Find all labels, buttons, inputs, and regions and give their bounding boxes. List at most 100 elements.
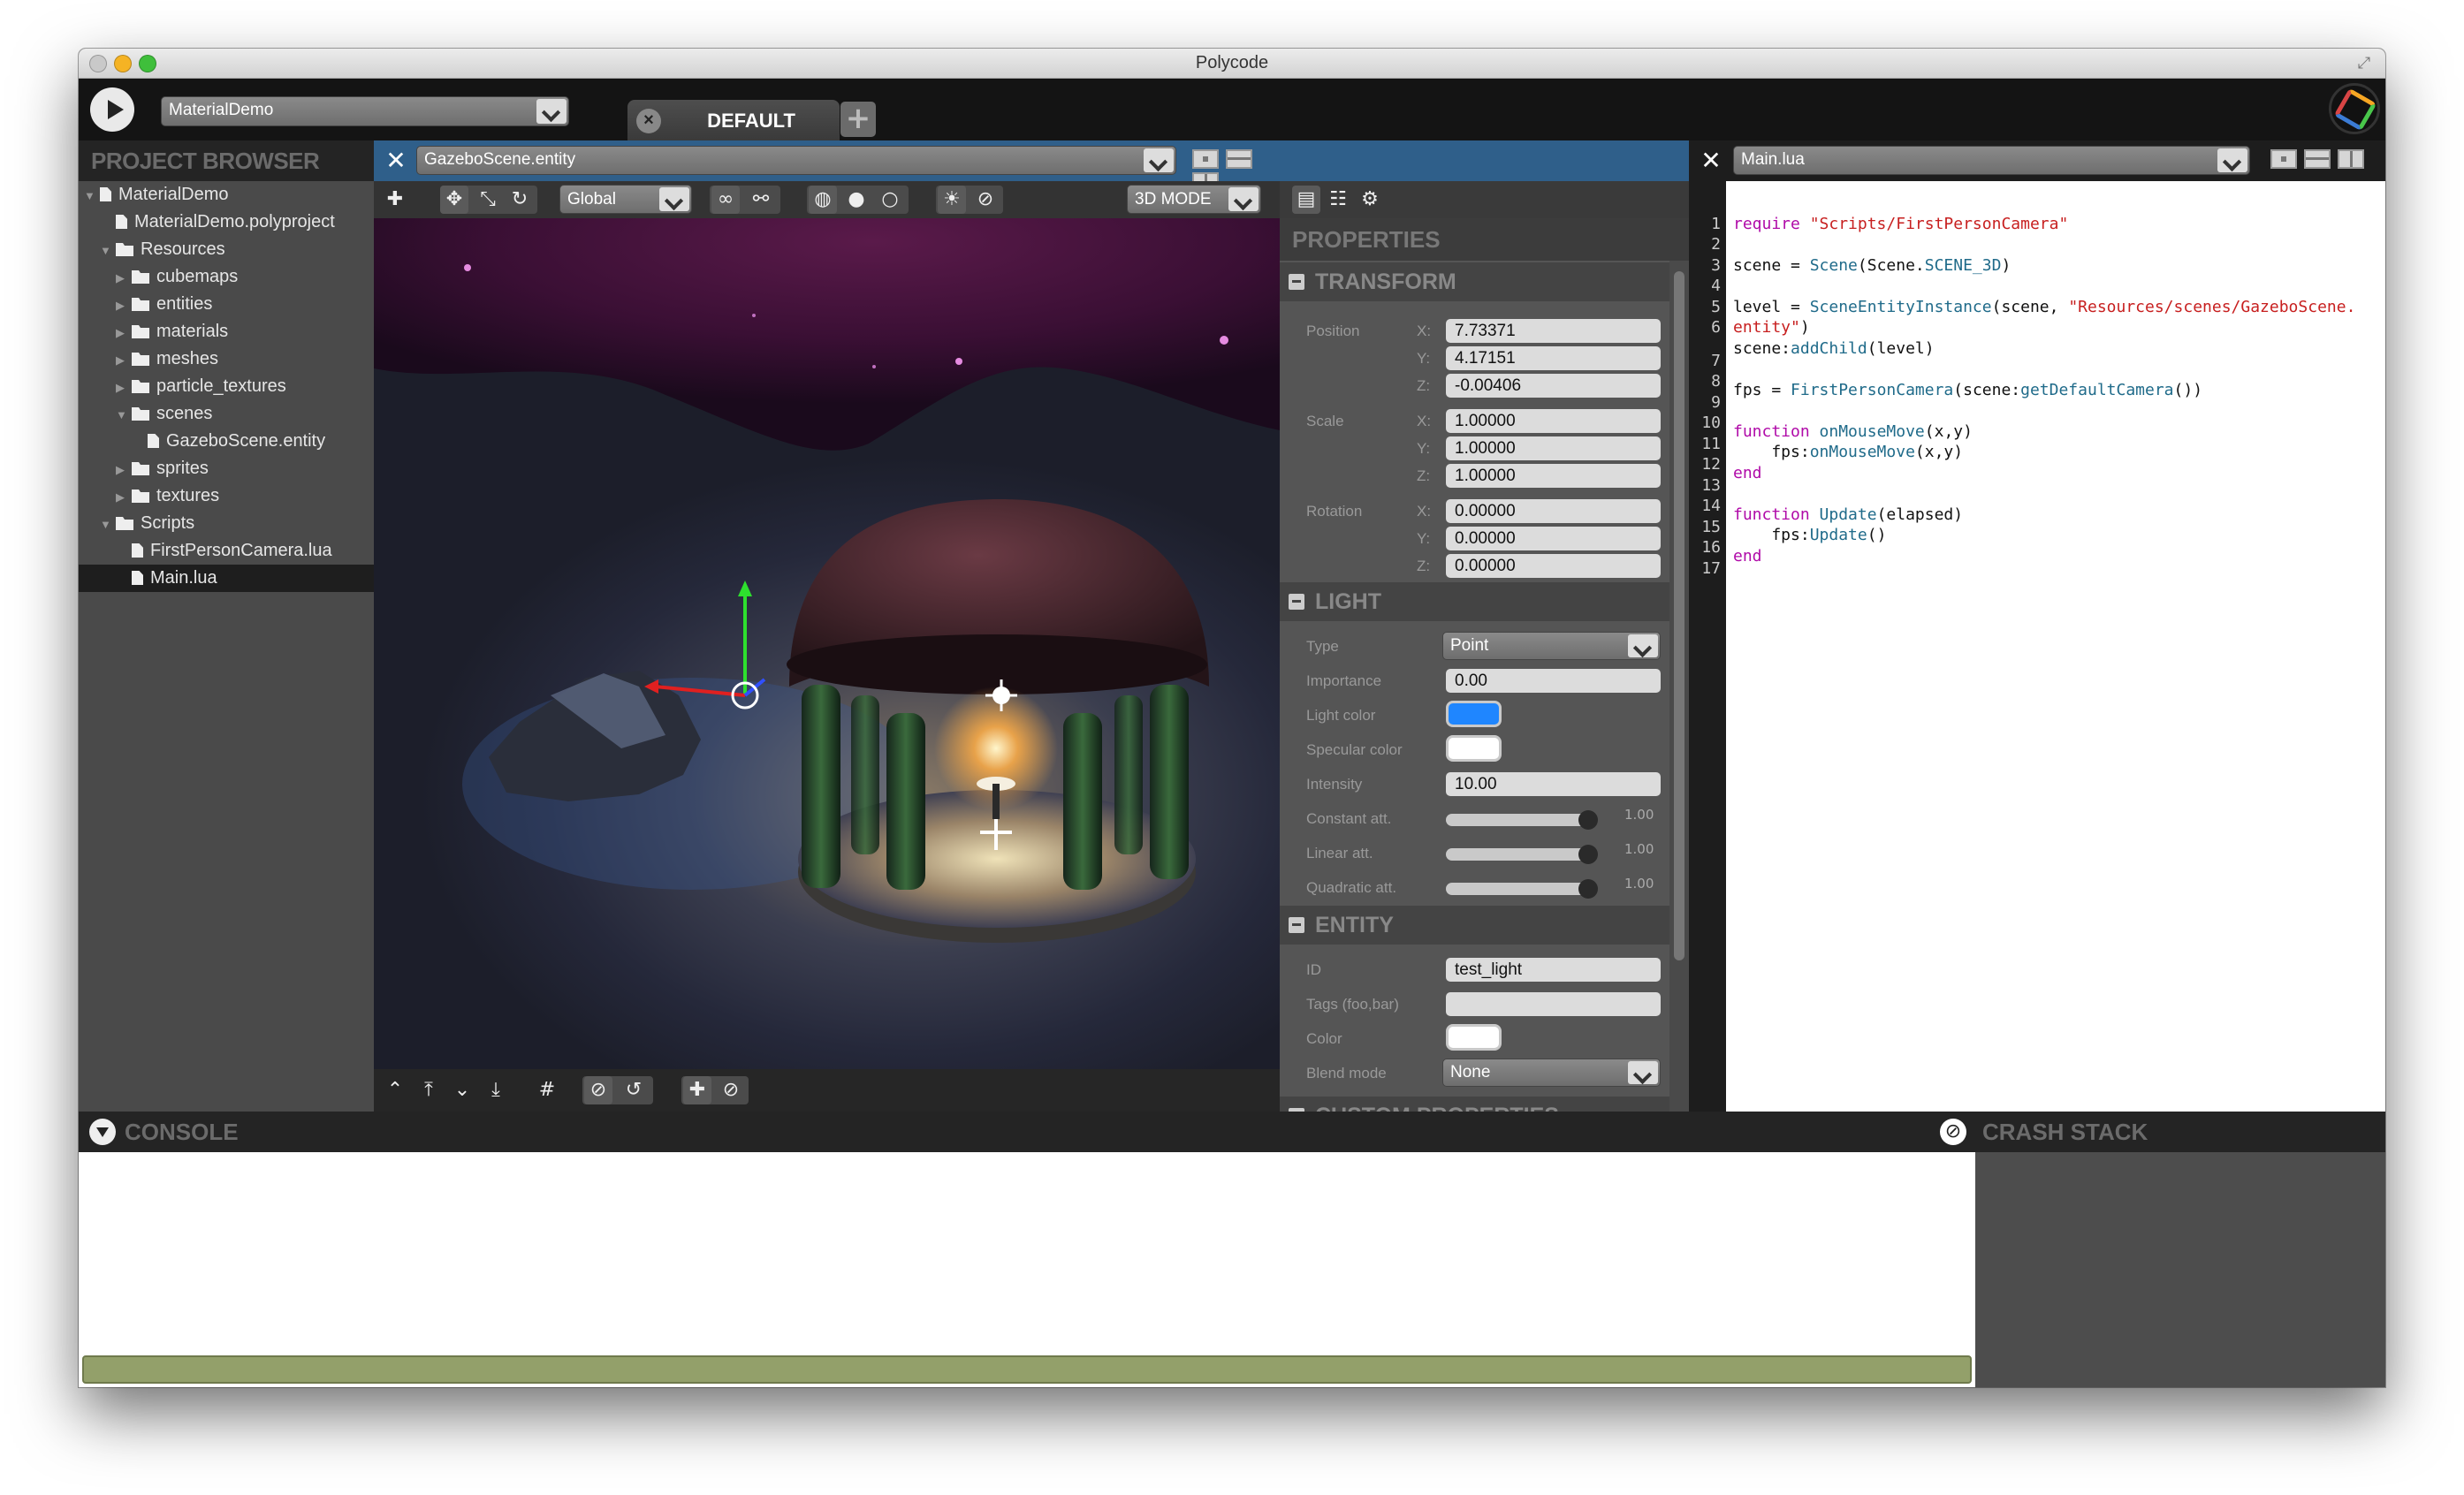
wireframe-shading-icon[interactable]: ◍: [809, 186, 837, 214]
collapsed-arrow-icon[interactable]: ▶: [116, 456, 132, 483]
outline-shading-icon[interactable]: ○: [876, 186, 904, 214]
scroll-thumb[interactable]: [1674, 271, 1684, 960]
properties-view-icon[interactable]: ▤: [1292, 186, 1320, 214]
position-x-field[interactable]: 7.73371: [1446, 319, 1661, 343]
scale-x-field[interactable]: 1.00000: [1446, 409, 1661, 433]
tab-close-icon[interactable]: ×: [636, 109, 661, 133]
solid-shading-icon[interactable]: ●: [842, 186, 871, 214]
expanded-arrow-icon[interactable]: ▼: [100, 237, 116, 264]
tree-item[interactable]: ▼ Scripts: [79, 510, 374, 537]
tree-item[interactable]: MaterialDemo.polyproject: [79, 209, 374, 236]
clear-console-icon[interactable]: ⊘: [1940, 1119, 1966, 1145]
scale-z-field[interactable]: 1.00000: [1446, 464, 1661, 488]
show-gizmo-icon[interactable]: ✚: [683, 1076, 711, 1104]
tree-item[interactable]: ▶ entities: [79, 291, 374, 318]
console-input[interactable]: [82, 1355, 1972, 1384]
tree-item[interactable]: ▶ meshes: [79, 345, 374, 373]
close-editor-icon[interactable]: ✕: [1698, 148, 1724, 174]
entity-section-header[interactable]: ENTITY: [1280, 906, 1669, 945]
fullscreen-icon[interactable]: ⤢: [2355, 55, 2373, 72]
light-color-swatch[interactable]: [1446, 701, 1502, 727]
gear-icon[interactable]: ⚙: [1356, 186, 1384, 214]
light-type-dropdown[interactable]: Point: [1442, 632, 1661, 660]
collapse-icon[interactable]: [1289, 917, 1304, 933]
tree-item[interactable]: FirstPersonCamera.lua: [79, 537, 374, 565]
position-y-field[interactable]: 4.17151: [1446, 346, 1661, 370]
vertical-split-icon[interactable]: [2338, 149, 2364, 169]
link-icon[interactable]: ∞: [711, 186, 740, 214]
move-top-icon[interactable]: ⤒: [414, 1076, 443, 1104]
unlink-icon[interactable]: ⚯: [747, 186, 775, 214]
space-dropdown[interactable]: Global: [559, 185, 692, 214]
collapsed-arrow-icon[interactable]: ▶: [116, 292, 132, 319]
tree-view-icon[interactable]: ☷: [1324, 186, 1352, 214]
hide-gizmo-icon[interactable]: ⊘: [717, 1076, 745, 1104]
tree-item[interactable]: GazeboScene.entity: [79, 428, 374, 455]
collapsed-arrow-icon[interactable]: ▶: [116, 374, 132, 401]
expanded-arrow-icon[interactable]: ▼: [84, 182, 100, 209]
tree-item[interactable]: ▶ textures: [79, 482, 374, 510]
linear-att-slider[interactable]: [1446, 845, 1598, 864]
transform-section-header[interactable]: TRANSFORM: [1280, 262, 1669, 301]
expanded-arrow-icon[interactable]: ▼: [116, 401, 132, 429]
tree-item[interactable]: ▶ cubemaps: [79, 263, 374, 291]
specular-color-swatch[interactable]: [1446, 735, 1502, 762]
tree-item[interactable]: ▶ particle_textures: [79, 373, 374, 400]
move-up-icon[interactable]: ⌃: [381, 1076, 409, 1104]
quadratic-att-slider[interactable]: [1446, 879, 1598, 899]
grid-icon[interactable]: #: [533, 1076, 561, 1104]
tree-item[interactable]: ▼ MaterialDemo: [79, 181, 374, 209]
3d-viewport[interactable]: [374, 218, 1280, 1069]
rotate-tool-icon[interactable]: ↻: [506, 186, 534, 214]
properties-scrollbar[interactable]: [1669, 261, 1689, 1112]
id-field[interactable]: test_light: [1446, 958, 1661, 982]
constant-att-slider[interactable]: [1446, 810, 1598, 830]
entity-file-dropdown[interactable]: GazeboScene.entity: [416, 146, 1176, 175]
tree-item[interactable]: Main.lua: [79, 565, 374, 592]
code-file-dropdown[interactable]: Main.lua: [1733, 146, 2250, 175]
slider-handle[interactable]: [1578, 845, 1598, 864]
single-pane-icon[interactable]: [2270, 149, 2297, 169]
collapsed-arrow-icon[interactable]: ▶: [116, 346, 132, 374]
slider-handle[interactable]: [1578, 879, 1598, 899]
add-tab-button[interactable]: +: [840, 102, 876, 137]
collapse-icon[interactable]: [1289, 594, 1304, 610]
add-entity-icon[interactable]: ✚: [381, 186, 409, 214]
tab-default[interactable]: × DEFAULT: [627, 100, 840, 140]
importance-field[interactable]: 0.00: [1446, 669, 1661, 693]
run-project-button[interactable]: [90, 87, 134, 132]
move-bottom-icon[interactable]: ⤓: [482, 1076, 510, 1104]
entity-color-swatch[interactable]: [1446, 1024, 1502, 1051]
custom-properties-section-header[interactable]: CUSTOM PROPERTIES: [1280, 1097, 1669, 1112]
project-dropdown[interactable]: MaterialDemo: [161, 96, 569, 126]
blend-mode-dropdown[interactable]: None: [1442, 1059, 1661, 1087]
snap-icon[interactable]: ⊘: [584, 1076, 612, 1104]
rotation-x-field[interactable]: 0.00000: [1446, 499, 1661, 523]
collapsed-arrow-icon[interactable]: ▶: [116, 264, 132, 292]
intensity-field[interactable]: 10.00: [1446, 772, 1661, 796]
scale-tool-icon[interactable]: ⤡: [474, 186, 502, 214]
move-tool-icon[interactable]: ✥: [440, 186, 468, 214]
lighting-off-icon[interactable]: ⊘: [971, 186, 1000, 214]
lighting-on-icon[interactable]: ☀: [938, 186, 966, 214]
mode-dropdown[interactable]: 3D MODE: [1127, 185, 1261, 214]
scene-render[interactable]: [374, 218, 1280, 1069]
collapse-console-icon[interactable]: [89, 1119, 116, 1145]
rotation-y-field[interactable]: 0.00000: [1446, 527, 1661, 550]
close-editor-icon[interactable]: ✕: [383, 148, 409, 174]
tree-item[interactable]: ▼ scenes: [79, 400, 374, 428]
single-pane-icon[interactable]: [1192, 149, 1219, 169]
horizontal-split-icon[interactable]: [2304, 149, 2331, 169]
light-section-header[interactable]: LIGHT: [1280, 582, 1669, 621]
tags-field[interactable]: [1446, 992, 1661, 1016]
slider-handle[interactable]: [1578, 810, 1598, 830]
undo-snap-icon[interactable]: ↺: [620, 1076, 648, 1104]
tree-item[interactable]: ▼ Resources: [79, 236, 374, 263]
collapsed-arrow-icon[interactable]: ▶: [116, 483, 132, 511]
position-z-field[interactable]: -0.00406: [1446, 374, 1661, 398]
collapsed-arrow-icon[interactable]: ▶: [116, 319, 132, 346]
horizontal-split-icon[interactable]: [1226, 149, 1252, 169]
collapse-icon[interactable]: [1289, 274, 1304, 290]
move-down-icon[interactable]: ⌄: [448, 1076, 476, 1104]
scale-y-field[interactable]: 1.00000: [1446, 436, 1661, 460]
